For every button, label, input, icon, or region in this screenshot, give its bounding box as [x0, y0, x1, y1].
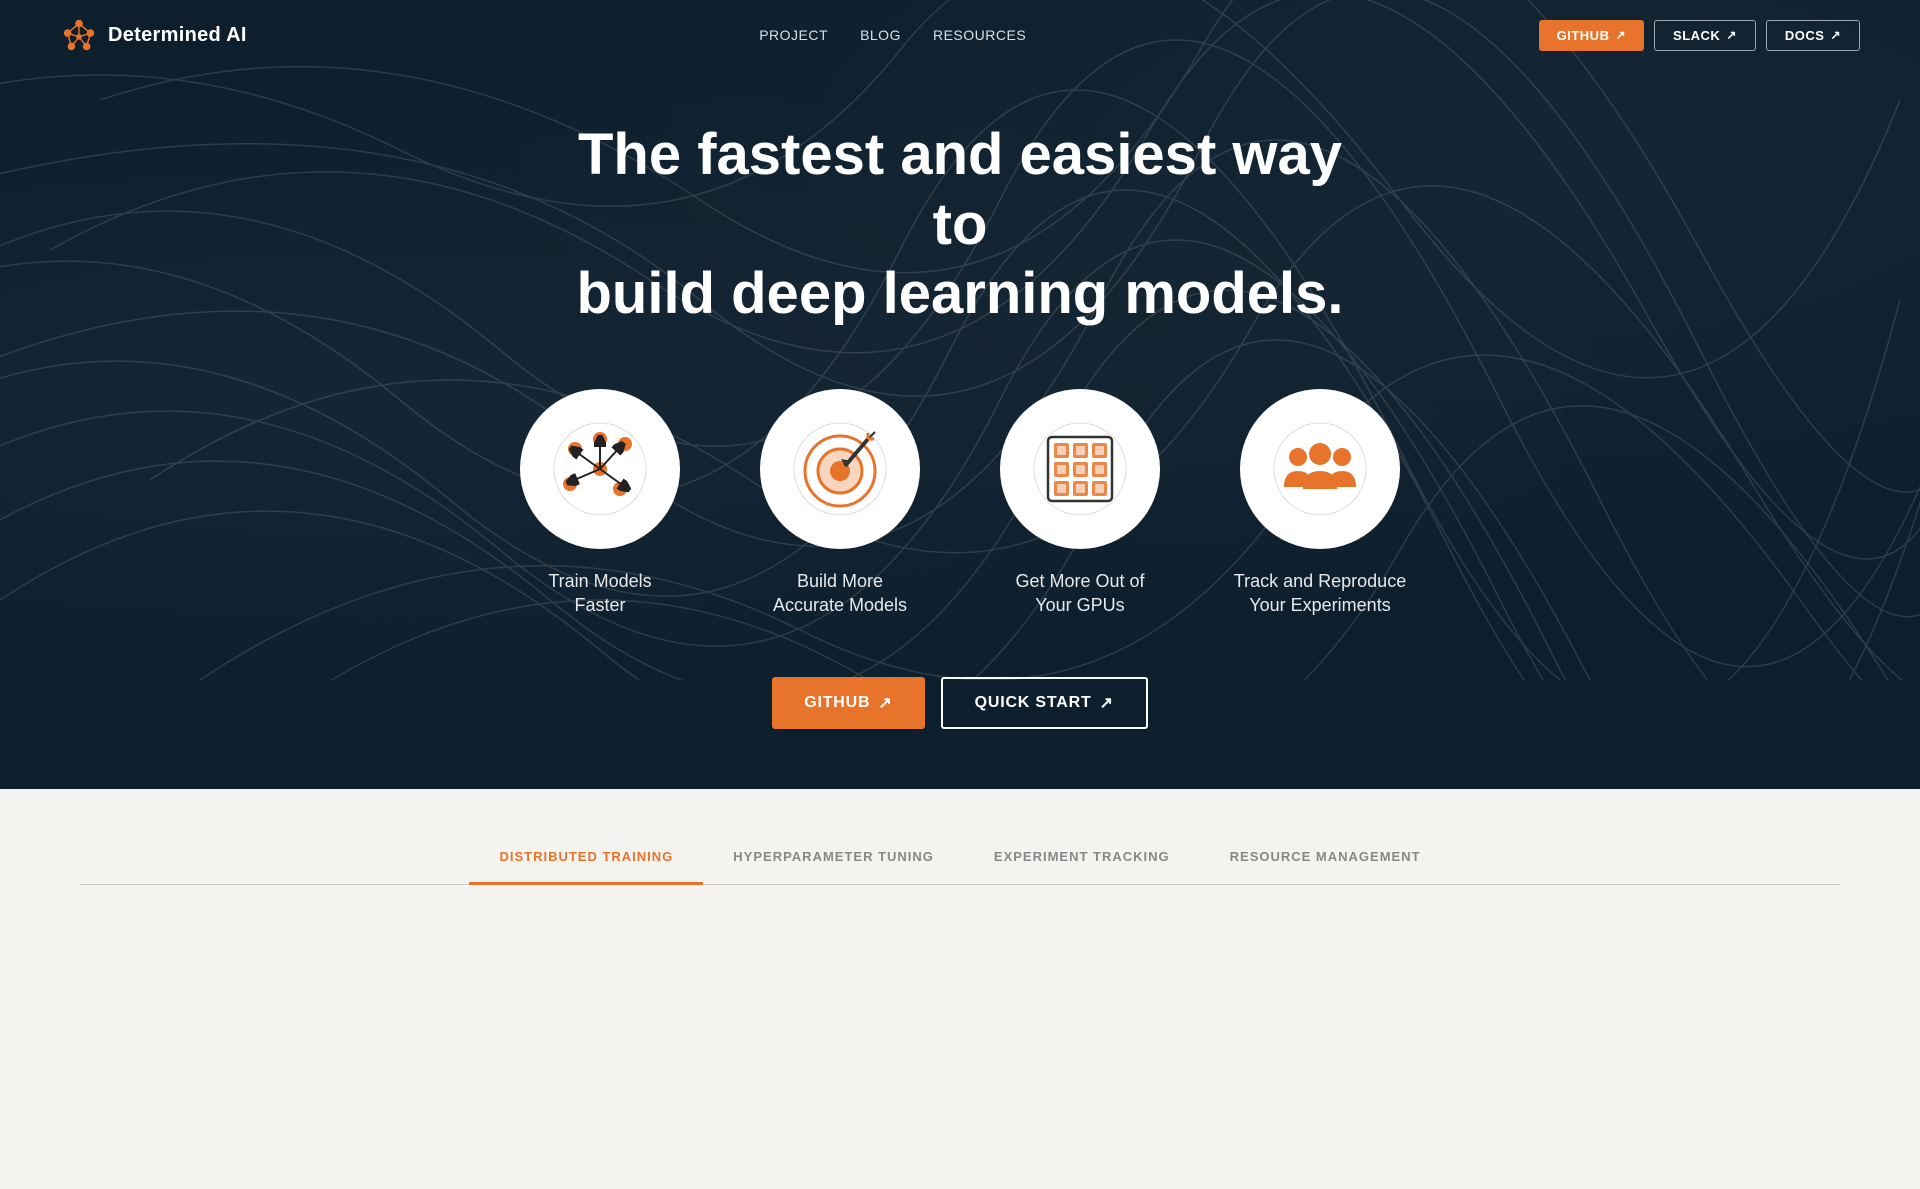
feature-label-accurate: Build MoreAccurate Models: [773, 569, 907, 618]
hero-title: The fastest and easiest way to build dee…: [560, 120, 1360, 329]
tab-hyperparameter-tuning[interactable]: HYPERPARAMETER TUNING: [703, 849, 964, 885]
nav-resources[interactable]: RESOURCES: [933, 27, 1026, 43]
logo-text: Determined AI: [108, 24, 247, 47]
nav-blog[interactable]: BLOG: [860, 27, 901, 43]
feature-cards: Train ModelsFaster: [510, 389, 1410, 618]
target-icon: [790, 419, 890, 519]
feature-label-gpu: Get More Out ofYour GPUs: [1015, 569, 1144, 618]
feature-gpu: Get More Out ofYour GPUs: [990, 389, 1170, 618]
hero-buttons: GITHUB ↗ QUICK START ↗: [772, 677, 1148, 729]
github-external-icon: ↗: [878, 693, 892, 713]
quickstart-external-icon: ↗: [1100, 693, 1114, 713]
logo-icon: [60, 16, 98, 54]
feature-track: Track and ReproduceYour Experiments: [1230, 389, 1410, 618]
external-link-icon: ↗: [1615, 28, 1626, 42]
scatter-icon: [550, 419, 650, 519]
collab-icon: [1270, 419, 1370, 519]
github-hero-button[interactable]: GITHUB ↗: [772, 677, 924, 729]
external-link-icon: ↗: [1726, 28, 1737, 42]
feature-accurate: Build MoreAccurate Models: [750, 389, 930, 618]
nav-links: PROJECT BLOG RESOURCES: [759, 27, 1026, 43]
tab-distributed-training[interactable]: DISTRIBUTED TRAINING: [469, 849, 703, 885]
gpu-icon: [1030, 419, 1130, 519]
feature-circle-accurate: [760, 389, 920, 549]
hero-content: The fastest and easiest way to build dee…: [0, 70, 1920, 789]
tabs-section: DISTRIBUTED TRAINING HYPERPARAMETER TUNI…: [0, 789, 1920, 1189]
logo-link[interactable]: Determined AI: [60, 16, 247, 54]
hero-section: Determined AI PROJECT BLOG RESOURCES GIT…: [0, 0, 1920, 789]
feature-label-track: Track and ReproduceYour Experiments: [1234, 569, 1406, 618]
quickstart-button[interactable]: QUICK START ↗: [941, 677, 1148, 729]
nav-project[interactable]: PROJECT: [759, 27, 828, 43]
feature-label-train: Train ModelsFaster: [548, 569, 651, 618]
tabs-container: DISTRIBUTED TRAINING HYPERPARAMETER TUNI…: [80, 849, 1840, 885]
github-nav-button[interactable]: GITHUB ↗: [1539, 20, 1644, 51]
slack-nav-button[interactable]: SLACK ↗: [1654, 20, 1756, 51]
tab-experiment-tracking[interactable]: EXPERIMENT TRACKING: [964, 849, 1200, 885]
nav-buttons: GITHUB ↗ SLACK ↗ DOCS ↗: [1539, 20, 1860, 51]
feature-circle-track: [1240, 389, 1400, 549]
tab-resource-management[interactable]: RESOURCE MANAGEMENT: [1200, 849, 1451, 885]
external-link-icon: ↗: [1830, 28, 1841, 42]
feature-circle-train: [520, 389, 680, 549]
feature-train: Train ModelsFaster: [510, 389, 690, 618]
docs-nav-button[interactable]: DOCS ↗: [1766, 20, 1860, 51]
navigation: Determined AI PROJECT BLOG RESOURCES GIT…: [0, 0, 1920, 70]
feature-circle-gpu: [1000, 389, 1160, 549]
